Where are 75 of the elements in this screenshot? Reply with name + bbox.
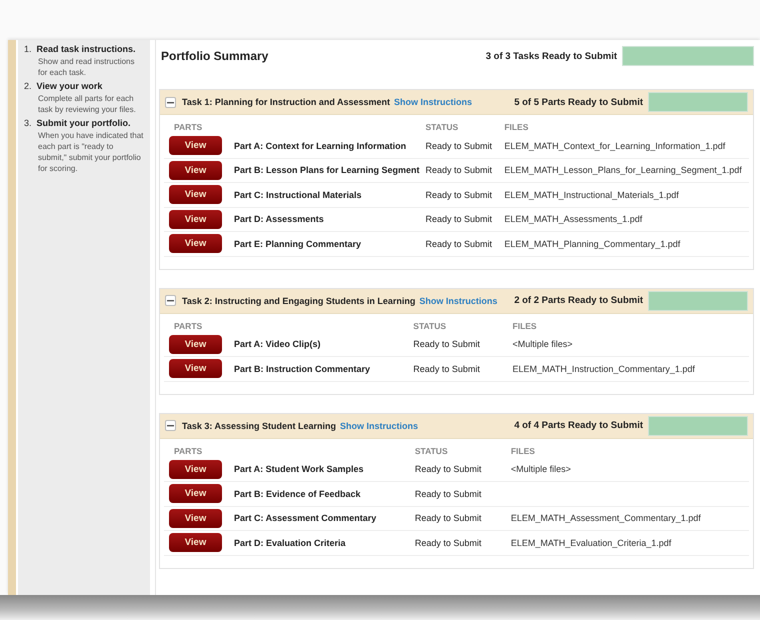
status-text: Ready to Submit <box>414 464 482 474</box>
progress-label: 3 of 3 Tasks Ready to Submit <box>486 50 617 62</box>
part-name: Part C: Instructional Materials <box>234 190 362 200</box>
status-text: Ready to Submit <box>413 364 480 374</box>
view-button[interactable]: View <box>169 160 222 180</box>
progress-label: 2 of 2 Parts Ready to Submit <box>514 295 643 306</box>
column-header: STATUS <box>413 320 446 330</box>
step-number: 1. <box>24 44 32 54</box>
instructions-link[interactable]: Show Instructions <box>340 420 418 430</box>
file-name: <Multiple files> <box>510 464 571 474</box>
task-title: Task 3: Assessing Student Learning <box>182 420 336 430</box>
column-header: PARTS <box>174 446 202 456</box>
status-text: Ready to Submit <box>425 165 492 176</box>
view-button[interactable]: View <box>169 136 222 156</box>
view-button[interactable]: View <box>169 210 222 229</box>
part-name: Part A: Video Clip(s) <box>234 339 321 350</box>
part-name: Part B: Lesson Plans for Learning Segment <box>234 165 420 176</box>
step-description: When you have indicated that each part is "ready to submit," submit your portfolio for scoring. <box>38 130 144 174</box>
step-number: 3. <box>24 118 32 128</box>
step-number: 2. <box>24 81 32 91</box>
instructions-link[interactable]: Show Instructions <box>394 97 472 107</box>
page-title: Portfolio Summary <box>161 49 268 63</box>
status-text: Ready to Submit <box>425 190 492 200</box>
part-name: Part D: Evaluation Criteria <box>234 538 346 548</box>
column-header: FILES <box>510 446 535 456</box>
file-name: ELEM_MATH_Context_for_Learning_Information_1.pdf <box>504 140 726 151</box>
view-button[interactable]: View <box>169 508 222 528</box>
part-name: Part E: Planning Commentary <box>234 238 362 249</box>
view-button[interactable]: View <box>169 484 222 504</box>
part-name: Part A: Context for Learning Information <box>234 140 406 151</box>
column-header: PARTS <box>174 320 202 330</box>
file-name: ELEM_MATH_Evaluation_Criteria_1.pdf <box>510 538 672 548</box>
status-text: Ready to Submit <box>414 538 482 548</box>
status-text: Ready to Submit <box>413 339 480 350</box>
task-title: Task 1: Planning for Instruction and Assessment <box>182 97 390 107</box>
view-button[interactable]: View <box>169 234 222 254</box>
column-header: PARTS <box>174 122 202 132</box>
collapse-icon[interactable] <box>165 420 176 431</box>
step-title: View your work <box>36 81 102 91</box>
view-button[interactable]: View <box>169 185 222 204</box>
step-title: Submit your portfolio. <box>36 118 131 128</box>
part-name: Part D: Assessments <box>234 214 324 224</box>
file-name: ELEM_MATH_Assessment_Commentary_1.pdf <box>510 513 701 524</box>
collapse-icon[interactable] <box>165 295 176 306</box>
view-button[interactable]: View <box>169 533 222 552</box>
part-name: Part C: Assessment Commentary <box>234 513 376 524</box>
status-text: Ready to Submit <box>425 214 492 224</box>
part-name: Part B: Evidence of Feedback <box>234 488 361 499</box>
instructions-link[interactable]: Show Instructions <box>419 296 498 306</box>
progress-label: 5 of 5 Parts Ready to Submit <box>514 96 643 108</box>
part-name: Part A: Student Work Samples <box>234 464 364 474</box>
file-name: ELEM_MATH_Planning_Commentary_1.pdf <box>504 238 680 249</box>
collapse-icon[interactable] <box>165 96 176 108</box>
file-name: ELEM_MATH_Assessments_1.pdf <box>504 214 642 224</box>
column-header: FILES <box>504 122 528 132</box>
part-name: Part B: Instruction Commentary <box>234 364 370 374</box>
status-text: Ready to Submit <box>425 140 492 151</box>
column-header: STATUS <box>425 122 458 132</box>
task-title: Task 2: Instructing and Engaging Students in Learning <box>182 296 416 306</box>
status-text: Ready to Submit <box>414 488 482 499</box>
step-description: Show and read instructions for each task. <box>38 56 136 78</box>
file-name: ELEM_MATH_Instructional_Materials_1.pdf <box>504 190 679 200</box>
column-header: STATUS <box>414 446 448 456</box>
step-description: Complete all parts for each task by reviewing your files. <box>38 93 137 115</box>
step-title: Read task instructions. <box>36 44 136 54</box>
view-button[interactable]: View <box>169 334 222 354</box>
status-text: Ready to Submit <box>425 238 492 249</box>
view-button[interactable]: View <box>169 460 222 479</box>
status-text: Ready to Submit <box>414 513 482 524</box>
column-header: FILES <box>512 320 537 330</box>
file-name: ELEM_MATH_Instruction_Commentary_1.pdf <box>512 364 695 374</box>
view-button[interactable]: View <box>169 359 222 378</box>
file-name: ELEM_MATH_Lesson_Plans_for_Learning_Segment_1.pdf <box>504 165 742 176</box>
progress-label: 4 of 4 Parts Ready to Submit <box>514 420 643 431</box>
file-name: <Multiple files> <box>512 339 573 350</box>
